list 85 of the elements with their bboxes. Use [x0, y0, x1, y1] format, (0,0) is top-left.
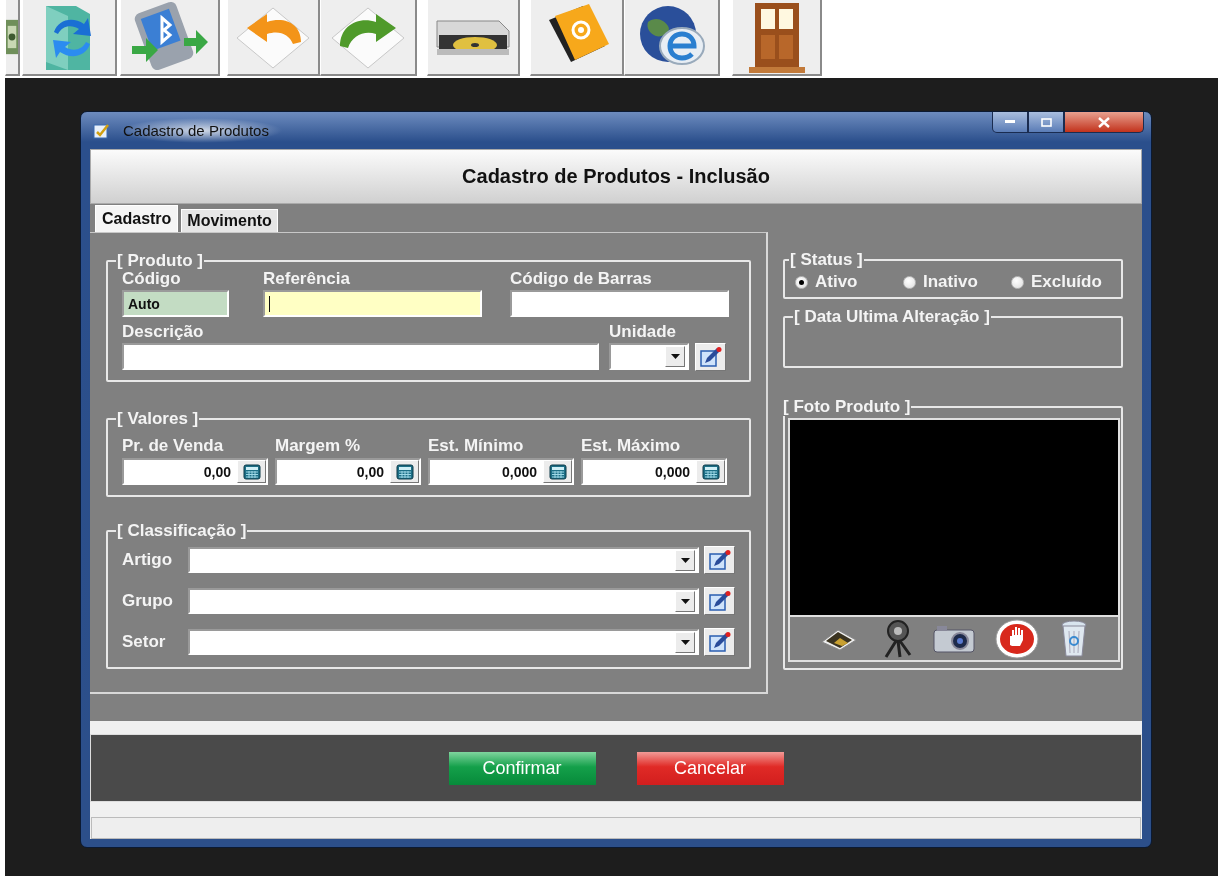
field-label: Est. Mínimo	[428, 437, 525, 455]
radio-option[interactable]: Inativo	[903, 273, 1011, 291]
field-label: Referência	[263, 270, 351, 288]
cancel-button[interactable]: Cancelar	[636, 751, 784, 785]
field-label: Unidade	[609, 323, 678, 341]
field-label: Artigo	[122, 551, 174, 569]
close-icon	[1098, 116, 1110, 128]
field-value: Auto	[128, 295, 160, 312]
field-label: Descrição	[122, 323, 205, 341]
camera-icon[interactable]	[932, 624, 975, 653]
calculator-icon	[395, 463, 414, 480]
field-label: Código de Barras	[510, 270, 653, 288]
toolbar-button[interactable]	[5, 0, 20, 76]
tab[interactable]: Movimento	[181, 209, 278, 232]
dropdown-arrow-icon	[680, 598, 690, 604]
input-field[interactable]: 0,000	[428, 458, 574, 485]
radio-label: Ativo	[815, 273, 858, 291]
calculator-button[interactable]	[696, 460, 725, 483]
field-label: Est. Máximo	[581, 437, 682, 455]
app-icon	[93, 121, 111, 140]
radio-button[interactable]	[903, 275, 916, 289]
maximize-icon	[1040, 117, 1052, 127]
field-label: Setor	[122, 633, 167, 651]
toolbar-button[interactable]	[530, 0, 624, 76]
radio-label: Excluído	[1031, 273, 1102, 291]
calculator-button[interactable]	[237, 460, 266, 483]
group-title: [ Foto Produto ]	[783, 397, 911, 416]
close-button[interactable]	[1064, 112, 1144, 133]
form-title: Cadastro de Produtos - Inclusão	[462, 165, 770, 188]
calculator-icon	[242, 463, 261, 480]
edit-button[interactable]	[695, 343, 726, 371]
calculator-button[interactable]	[390, 460, 419, 483]
group-title: [ Produto ]	[117, 251, 203, 270]
toolbar-button[interactable]	[624, 0, 720, 76]
edit-button[interactable]	[704, 628, 735, 656]
calculator-icon	[701, 463, 720, 480]
input-field[interactable]: 0,00	[122, 458, 268, 485]
dropdown-field[interactable]	[188, 588, 699, 614]
field-value: 0,000	[654, 463, 690, 480]
radio-label: Inativo	[923, 273, 978, 291]
text-cursor	[269, 295, 270, 312]
radio-option[interactable]: Excluído	[1011, 273, 1119, 291]
edit-icon	[708, 550, 731, 570]
field-label: Código	[122, 270, 182, 288]
door-icon	[746, 1, 807, 73]
field-label: Margem %	[275, 437, 362, 455]
calculator-button[interactable]	[543, 460, 572, 483]
edit-icon	[708, 591, 731, 611]
input-field[interactable]	[263, 290, 482, 317]
radio-button[interactable]	[795, 275, 808, 289]
field-value: 0,000	[501, 463, 537, 480]
field-label: Pr. de Venda	[122, 437, 225, 455]
edit-icon	[699, 347, 722, 367]
input-field[interactable]	[510, 290, 729, 317]
edit-button[interactable]	[704, 546, 735, 574]
window-title: Cadastro de Produtos	[119, 118, 283, 143]
minimize-icon	[1005, 120, 1015, 124]
trash-icon[interactable]	[1059, 618, 1088, 659]
dropdown-field[interactable]	[609, 343, 689, 370]
input-field[interactable]	[122, 343, 599, 370]
group-title: [ Valores ]	[117, 409, 199, 428]
field-label: Grupo	[122, 592, 174, 610]
radio-button[interactable]	[1011, 275, 1024, 289]
input-field[interactable]: Auto	[122, 290, 229, 317]
group-title: [ Status ]	[790, 250, 863, 269]
field-value: 0,00	[356, 463, 384, 480]
minimize-button[interactable]	[992, 112, 1028, 133]
input-field[interactable]: 0,000	[581, 458, 727, 485]
group-title: [ Data Ultima Alteração ]	[794, 307, 990, 326]
edit-icon	[708, 632, 731, 652]
stop-icon[interactable]	[995, 618, 1040, 659]
dropdown-arrow-icon	[680, 557, 690, 563]
dropdown-arrow-icon	[670, 354, 680, 359]
maximize-button[interactable]	[1028, 112, 1064, 133]
group-title: [ Classificação ]	[117, 521, 247, 540]
dropdown-field[interactable]	[188, 629, 699, 655]
dropdown-arrow-icon	[680, 639, 690, 645]
edit-button[interactable]	[704, 587, 735, 615]
calculator-icon	[548, 463, 567, 480]
tab[interactable]: Cadastro	[95, 205, 179, 232]
dropdown-field[interactable]	[188, 547, 699, 573]
toolbar-button[interactable]	[427, 0, 520, 76]
radio-option[interactable]: Ativo	[795, 273, 903, 291]
field-value: 0,00	[203, 463, 231, 480]
input-field[interactable]: 0,00	[275, 458, 421, 485]
